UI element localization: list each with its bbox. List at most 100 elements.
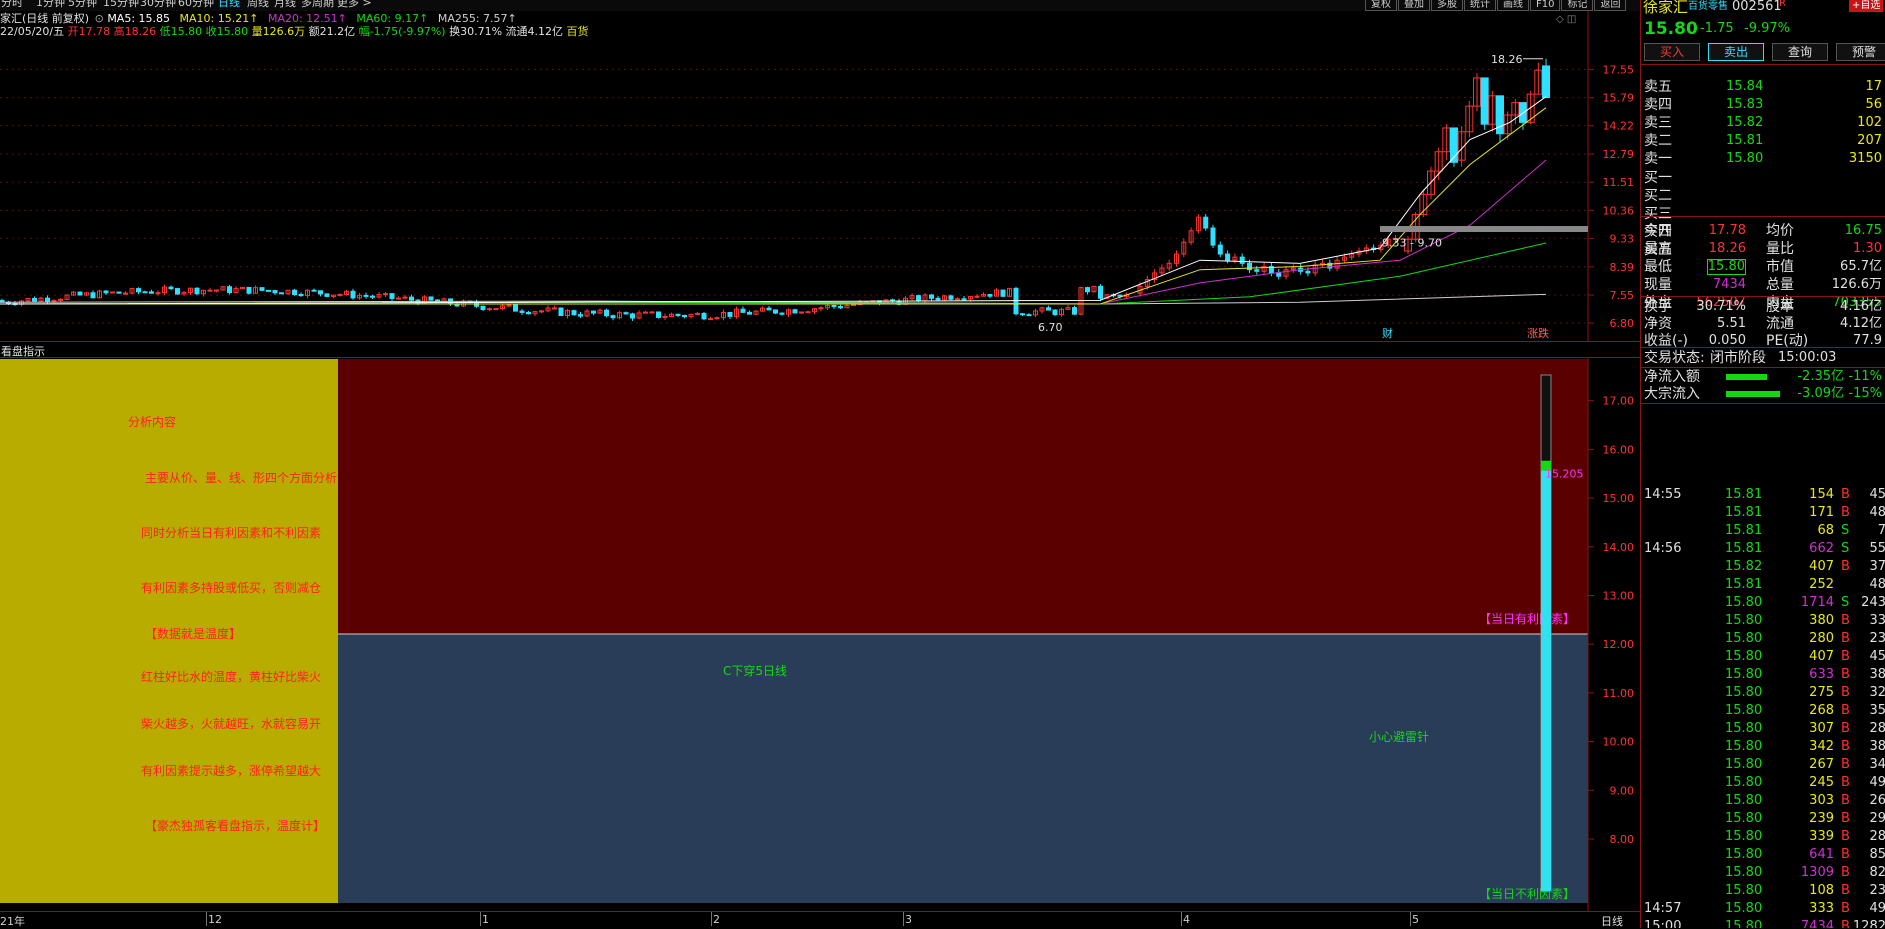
- tick-row: 15.81 252 48: [1641, 576, 1885, 594]
- period-tab[interactable]: 多周期: [301, 0, 334, 9]
- tick-count: 1282: [1852, 919, 1885, 928]
- stock-r-flag: R: [1779, 0, 1786, 9]
- kline-chart-panel[interactable]: 家汇(日线 前复权) ⊙ MA5: 15.85 MA10: 15.21↑ MA2…: [0, 11, 1640, 341]
- bid-row[interactable]: 买二: [1644, 187, 1882, 205]
- ask-price: 15.80: [1726, 151, 1764, 166]
- stat-key: 换手: [1644, 299, 1672, 315]
- ask-row[interactable]: 卖一 15.80 3150: [1644, 150, 1882, 168]
- tick-volume: 633: [1809, 667, 1834, 682]
- candle-body: [571, 310, 577, 316]
- tool-button[interactable]: 统计: [1464, 0, 1496, 11]
- chart-tools-bar: 复权 叠加 多股 统计 画线 F10 标记 返回: [1365, 0, 1640, 11]
- candle-body: [279, 292, 284, 295]
- candle-body: [779, 312, 785, 315]
- tick-count: 32: [1869, 685, 1885, 700]
- indicator-panel[interactable]: 看盘指示 分析内容 主要从价、量、线、形四个方面分析 同时分析当日有利因素和不利因素…: [0, 341, 1640, 911]
- indicator-axis-label: 17.00: [1603, 395, 1635, 408]
- tick-direction: B: [1841, 649, 1850, 664]
- tick-direction: B: [1841, 739, 1850, 754]
- limit-marker[interactable]: 涨跌: [1527, 326, 1549, 340]
- tick-price: 15.81: [1725, 523, 1763, 538]
- candle-body: [1046, 307, 1051, 311]
- flow-label: 大宗流入: [1644, 386, 1700, 402]
- period-tab[interactable]: 1分钟: [36, 0, 65, 9]
- period-tab[interactable]: 周线: [247, 0, 269, 9]
- period-tab[interactable]: 日线: [218, 0, 240, 9]
- sell-button[interactable]: 卖出: [1708, 43, 1764, 61]
- query-button[interactable]: 查询: [1772, 43, 1828, 61]
- period-tab[interactable]: 5分钟: [68, 0, 97, 9]
- tool-button[interactable]: F10: [1530, 0, 1561, 11]
- period-tab[interactable]: 分时: [1, 0, 23, 9]
- period-tab[interactable]: 更多 >: [337, 0, 372, 9]
- stat-row: 净资 5.51 流通 4.12亿: [1644, 315, 1882, 333]
- stat-key: 股本: [1766, 299, 1794, 315]
- ask-label: 卖五: [1644, 79, 1672, 95]
- bid-row[interactable]: 买一: [1644, 169, 1882, 187]
- candle-body: [363, 294, 369, 297]
- candle-body: [513, 304, 518, 312]
- add-watchlist-button[interactable]: +自选: [1849, 0, 1884, 12]
- candle-body: [851, 304, 856, 307]
- ask-label: 卖一: [1644, 151, 1672, 167]
- stat-value: 4.16亿: [1840, 299, 1882, 314]
- tick-count: 33: [1869, 613, 1885, 628]
- tick-volume: 339: [1809, 829, 1834, 844]
- indicator-svg: 分析内容主要从价、量、线、形四个方面分析同时分析当日有利因素和不利因素有利因素多…: [0, 358, 1635, 911]
- candle-body: [955, 298, 960, 301]
- candle-body: [324, 293, 330, 297]
- tick-direction: B: [1841, 883, 1850, 898]
- bid-label: 买二: [1644, 188, 1672, 204]
- bid-row[interactable]: 买三: [1644, 205, 1882, 223]
- tick-count: 48: [1869, 505, 1885, 520]
- time-axis-label: 5: [1412, 913, 1419, 926]
- period-tab[interactable]: 15分钟: [103, 0, 139, 9]
- price-change: -1.75: [1700, 21, 1734, 36]
- analysis-line: 主要从价、量、线、形四个方面分析: [145, 470, 337, 485]
- tick-volume: 68: [1817, 523, 1834, 538]
- period-tab[interactable]: 30分钟: [140, 0, 176, 9]
- tick-price: 15.80: [1725, 721, 1763, 736]
- tick-row: 15.80 1309 B 82: [1641, 864, 1885, 882]
- ask-volume: 207: [1857, 133, 1882, 148]
- tool-button[interactable]: 标记: [1561, 0, 1594, 11]
- period-tab[interactable]: 60分钟: [178, 0, 214, 9]
- tick-count: 49: [1869, 901, 1885, 916]
- ask-row[interactable]: 卖五 15.84 17: [1644, 78, 1882, 96]
- tick-volume: 239: [1809, 811, 1834, 826]
- tool-button[interactable]: 多股: [1431, 0, 1463, 11]
- candle-body: [1217, 244, 1223, 255]
- time-axis-tick: [1181, 912, 1182, 926]
- buy-button[interactable]: 买入: [1644, 43, 1700, 61]
- stat-key: 现量: [1644, 277, 1672, 293]
- alert-button[interactable]: 预警: [1836, 43, 1885, 61]
- indicator-title-bar: 看盘指示: [0, 341, 1640, 358]
- tick-price: 15.80: [1725, 775, 1763, 790]
- ask-row[interactable]: 卖四 15.83 56: [1644, 96, 1882, 114]
- candle-body: [695, 312, 700, 315]
- finance-marker[interactable]: 财: [1382, 326, 1393, 340]
- tick-volume: 245: [1809, 775, 1834, 790]
- ask-row[interactable]: 卖二 15.81 207: [1644, 132, 1882, 150]
- period-tab[interactable]: 月线: [274, 0, 296, 9]
- tool-button[interactable]: 画线: [1497, 0, 1529, 11]
- candle-body: [604, 309, 609, 317]
- ask-row[interactable]: 卖三 15.82 102: [1644, 114, 1882, 132]
- flow-bar: [1726, 391, 1780, 397]
- tick-tape[interactable]: 14:55 15.81 154 B 45 15.81 171 B 48 15.81 68 S 7 14:5…: [1641, 486, 1885, 928]
- tick-count: 48: [1869, 577, 1885, 592]
- tick-price: 15.81: [1725, 505, 1763, 520]
- tick-price: 15.80: [1725, 613, 1763, 628]
- candle-body: [766, 307, 772, 311]
- candle-body: [506, 304, 512, 307]
- time-axis-label: 12: [208, 913, 222, 926]
- tool-button[interactable]: 复权: [1365, 0, 1397, 11]
- tick-row: 15.81 171 B 48: [1641, 504, 1885, 522]
- candle-body: [747, 311, 752, 315]
- tick-count: 28: [1869, 721, 1885, 736]
- time-axis-tick: [903, 912, 904, 926]
- tick-row: 15.80 108 B 23: [1641, 882, 1885, 900]
- tick-count: 85: [1869, 847, 1885, 862]
- tool-button[interactable]: 叠加: [1398, 0, 1430, 11]
- tool-button[interactable]: 返回: [1594, 0, 1627, 11]
